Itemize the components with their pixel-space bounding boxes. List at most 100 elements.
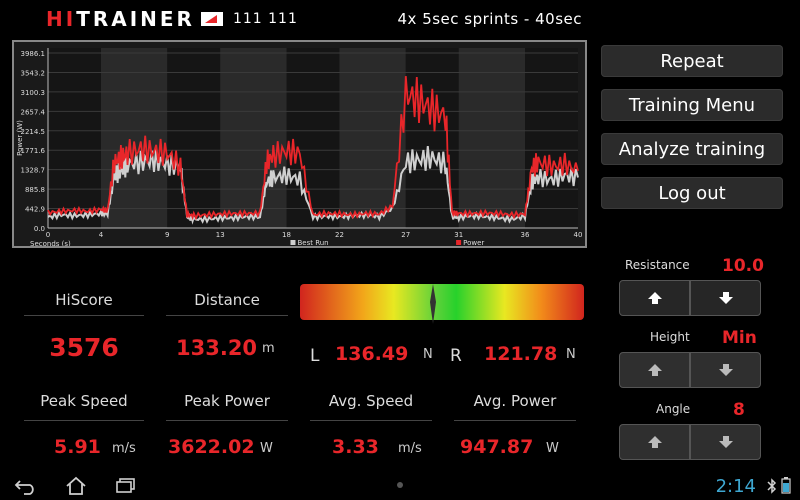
repeat-button[interactable]: Repeat xyxy=(601,45,783,77)
chart-band xyxy=(220,48,287,228)
avg-power-unit: W xyxy=(546,441,559,456)
arrow-down-icon xyxy=(718,292,733,304)
nav-dot xyxy=(397,482,403,488)
hiscore-divider xyxy=(24,315,144,316)
home-icon[interactable] xyxy=(64,476,88,496)
avg-speed-divider xyxy=(310,420,432,421)
chart-band xyxy=(48,48,101,228)
arrow-up-icon xyxy=(647,292,662,304)
height-down-button[interactable] xyxy=(690,352,761,388)
legend-label: Best Run xyxy=(297,239,328,246)
balance-gauge xyxy=(300,284,584,320)
chart-band xyxy=(167,48,221,228)
x-tick-label: 13 xyxy=(216,231,225,239)
x-tick-label: 36 xyxy=(521,231,530,239)
right-force-value: 121.78 xyxy=(484,343,558,365)
peak-power-value: 3622.02 xyxy=(168,436,255,458)
peak-power-unit: W xyxy=(260,441,273,456)
y-tick-label: 3986.1 xyxy=(21,50,46,58)
height-stepper xyxy=(619,352,761,388)
avg-speed-label: Avg. Speed xyxy=(328,392,414,410)
analyze-training-button[interactable]: Analyze training xyxy=(601,133,783,165)
left-force-unit: N xyxy=(423,347,433,362)
avg-power-label: Avg. Power xyxy=(473,392,557,410)
angle-value: 8 xyxy=(733,400,745,420)
angle-label: Angle xyxy=(656,402,691,416)
y-tick-label: 442.9 xyxy=(25,206,45,214)
y-tick-label: 0.0 xyxy=(34,225,45,233)
x-tick-label: 4 xyxy=(99,231,104,239)
avg-power-divider xyxy=(454,420,576,421)
peak-power-divider xyxy=(166,420,288,421)
arrow-up-icon xyxy=(647,436,662,448)
recent-apps-icon[interactable] xyxy=(114,477,138,495)
distance-value: 133.20 xyxy=(176,336,258,360)
right-force-unit: N xyxy=(566,347,576,362)
legend-swatch xyxy=(290,240,296,245)
left-force-value: 136.49 xyxy=(335,343,409,365)
resistance-up-button[interactable] xyxy=(619,280,690,316)
device-id: 111 111 xyxy=(232,11,298,27)
logo-flag-icon xyxy=(200,12,223,26)
resistance-value: 10.0 xyxy=(722,256,764,276)
arrow-down-icon xyxy=(718,364,733,376)
hiscore-label: HiScore xyxy=(55,291,113,309)
legend-swatch xyxy=(456,240,462,245)
x-tick-label: 9 xyxy=(165,231,169,239)
y-tick-label: 885.8 xyxy=(25,186,45,194)
arrow-up-icon xyxy=(647,364,662,376)
legend-label: Power xyxy=(463,239,484,246)
y-tick-label: 3100.3 xyxy=(21,89,46,97)
hitrainer-logo: HI TRAINER 111 111 xyxy=(46,7,298,31)
resistance-stepper xyxy=(619,280,761,316)
angle-up-button[interactable] xyxy=(619,424,690,460)
distance-label: Distance xyxy=(194,291,260,309)
y-tick-label: 3543.2 xyxy=(21,69,46,77)
distance-unit: m xyxy=(262,341,275,356)
chart-band xyxy=(458,48,525,228)
y-axis-label: Power (W) xyxy=(16,120,24,156)
y-tick-label: 1328.7 xyxy=(21,167,46,175)
x-axis-label: Seconds (s) xyxy=(30,240,71,246)
avg-power-value: 947.87 xyxy=(460,436,534,458)
height-up-button[interactable] xyxy=(619,352,690,388)
angle-stepper xyxy=(619,424,761,460)
resistance-label: Resistance xyxy=(625,258,690,272)
x-tick-label: 0 xyxy=(46,231,50,239)
peak-speed-divider xyxy=(24,420,144,421)
chart-band xyxy=(286,48,340,228)
x-tick-label: 40 xyxy=(574,231,583,239)
power-chart: 0.0 442.9 885.8 1328.7 1771.6 2214.5 2657.4 310… xyxy=(12,40,587,248)
peak-speed-value: 5.91 xyxy=(54,436,101,458)
chart-band xyxy=(525,48,578,228)
peak-speed-unit: m/s xyxy=(112,441,136,456)
logo-hi-text: HI xyxy=(46,7,77,31)
x-tick-label: 22 xyxy=(335,231,344,239)
training-menu-button[interactable]: Training Menu xyxy=(601,89,783,121)
battery-icon xyxy=(781,477,791,494)
avg-speed-value: 3.33 xyxy=(332,436,379,458)
height-label: Height xyxy=(650,330,690,344)
workout-title: 4x 5sec sprints - 40sec xyxy=(397,10,582,28)
distance-divider xyxy=(166,315,288,316)
bluetooth-icon xyxy=(767,478,777,494)
x-tick-label: 31 xyxy=(454,231,463,239)
logout-button[interactable]: Log out xyxy=(601,177,783,209)
peak-speed-label: Peak Speed xyxy=(40,392,128,410)
resistance-down-button[interactable] xyxy=(690,280,761,316)
avg-speed-unit: m/s xyxy=(398,441,422,456)
y-tick-label: 2657.4 xyxy=(21,108,46,116)
back-icon[interactable] xyxy=(14,477,38,495)
left-label: L xyxy=(310,346,320,366)
x-tick-label: 27 xyxy=(401,231,410,239)
x-tick-label: 18 xyxy=(282,231,291,239)
hiscore-value: 3576 xyxy=(49,333,119,362)
angle-down-button[interactable] xyxy=(690,424,761,460)
height-value: Min xyxy=(722,328,757,348)
power-chart-svg: 0.0442.9885.81328.71771.62214.52657.4310… xyxy=(14,42,585,246)
balance-needle xyxy=(430,284,437,324)
clock: 2:14 xyxy=(715,476,756,497)
logo-trainer-text: TRAINER xyxy=(76,7,195,31)
peak-power-label: Peak Power xyxy=(184,392,270,410)
y-tick-label: 2214.5 xyxy=(21,128,46,136)
